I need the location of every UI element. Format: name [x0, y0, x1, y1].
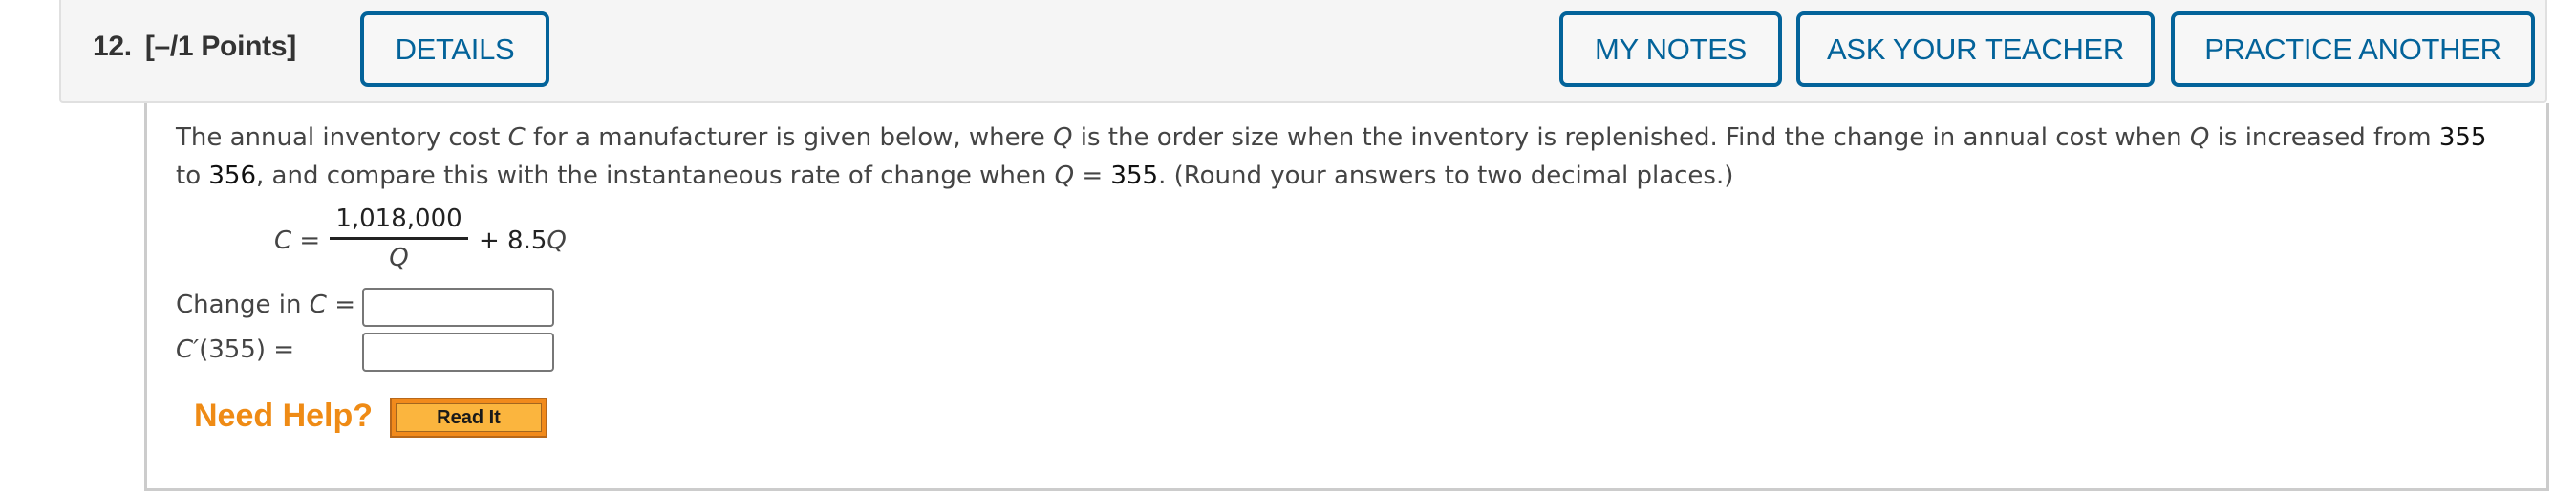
label-var: C [309, 291, 327, 319]
question-header: 12. [–/1 Points] DETAILS MY NOTES ASK YOU… [59, 0, 2547, 103]
prompt-text: = [1074, 162, 1111, 190]
change-in-c-input[interactable] [362, 288, 554, 327]
formula-plus-term: + 8.5 [479, 226, 547, 255]
fraction-bar [330, 237, 468, 240]
prompt-text: is the order size when the inventory is … [1072, 123, 2190, 152]
variable-q: Q [1053, 123, 1073, 152]
prompt-text: , and compare this with the instantaneou… [256, 162, 1055, 190]
question-body: The annual inventory cost C for a manufa… [144, 103, 2549, 491]
formula-var-q: Q [547, 226, 567, 255]
read-it-label: Read It [396, 403, 542, 432]
prompt-text: for a manufacturer is given below, where [525, 123, 1054, 152]
my-notes-button[interactable]: MY NOTES [1559, 11, 1782, 87]
label-text: (355) = [199, 335, 295, 364]
ask-your-teacher-button[interactable]: ASK YOUR TEACHER [1796, 11, 2155, 87]
to-value: 356 [208, 162, 257, 190]
at-value: 355 [1110, 162, 1159, 190]
formula-lhs: C = [274, 226, 328, 255]
question-title: 12. [–/1 Points] [93, 31, 296, 63]
need-help-label: Need Help? [194, 398, 374, 434]
variable-c: C [507, 123, 526, 152]
prompt-text: to [176, 162, 209, 190]
formula-rhs: + 8.5Q [479, 226, 567, 255]
formula-var-c: C [274, 226, 292, 255]
formula-fraction: 1,018,000 Q [330, 203, 468, 274]
from-value: 355 [2438, 123, 2487, 152]
prompt-text: is increased from [2209, 123, 2439, 152]
question-prompt: The annual inventory cost C for a manufa… [176, 119, 2507, 195]
prompt-text: . (Round your answers to two decimal pla… [1158, 162, 1734, 190]
details-button[interactable]: DETAILS [360, 11, 549, 87]
read-it-button[interactable]: Read It [390, 398, 547, 438]
derivative-input[interactable] [362, 333, 554, 372]
variable-q: Q [2189, 123, 2210, 152]
practice-another-button[interactable]: PRACTICE ANOTHER [2171, 11, 2535, 87]
formula-numerator: 1,018,000 [335, 205, 462, 233]
prompt-text: The annual inventory cost [176, 123, 508, 152]
label-var: C′ [176, 335, 200, 364]
question-number: 12. [93, 31, 132, 62]
formula-denominator: Q [389, 244, 409, 272]
label-text: Change in [176, 291, 310, 319]
question-points: [–/1 Points] [144, 31, 296, 62]
derivative-label: C′(355) = [176, 335, 294, 364]
label-text: = [326, 291, 355, 319]
formula-equals: = [291, 226, 329, 255]
change-in-c-label: Change in C = [176, 291, 355, 319]
variable-q: Q [1054, 162, 1075, 190]
